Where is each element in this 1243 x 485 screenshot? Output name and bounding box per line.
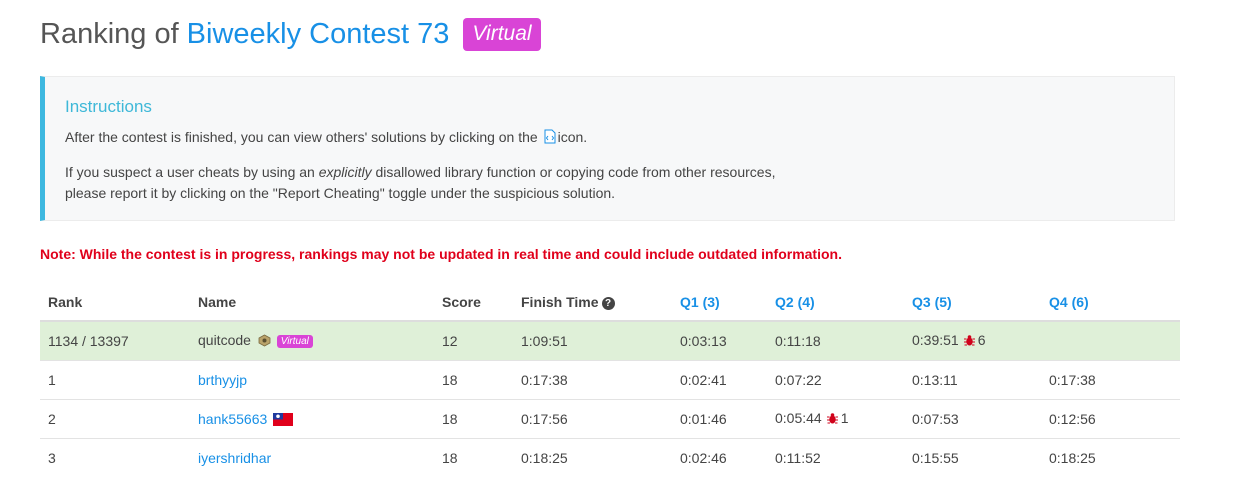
q3-cell: 0:39:51 6 <box>904 320 1041 361</box>
q4-cell: 0:18:25 <box>1041 438 1180 477</box>
code-file-icon <box>544 129 556 147</box>
title-prefix: Ranking of <box>40 18 179 50</box>
taiwan-flag-icon <box>273 413 294 426</box>
header-q4[interactable]: Q4 (6) <box>1041 284 1180 322</box>
q1-cell: 0:03:13 <box>672 320 767 361</box>
q3-time: 0:39:51 <box>912 332 959 348</box>
q2-cell: 0:11:52 <box>767 438 904 477</box>
header-q1[interactable]: Q1 (3) <box>672 284 767 322</box>
instructions-panel: Instructions After the contest is finish… <box>40 76 1175 221</box>
q4-cell <box>1041 320 1180 361</box>
instructions-title: Instructions <box>65 97 152 116</box>
instructions-text: disallowed library function or copying c… <box>375 164 776 180</box>
name-cell: quitcode Virtual <box>190 320 434 361</box>
header-finish-time-label: Finish Time <box>521 294 599 310</box>
score-cell: 18 <box>434 399 513 439</box>
instructions-line-3: please report it by clicking on the "Rep… <box>65 185 616 201</box>
user-link[interactable]: iyershridhar <box>198 450 271 466</box>
header-q2[interactable]: Q2 (4) <box>767 284 904 322</box>
rank-cell: 1 <box>40 360 190 400</box>
header-rank: Rank <box>40 284 190 322</box>
user-avatar-icon <box>258 334 271 350</box>
score-cell: 18 <box>434 360 513 400</box>
instructions-text: After the contest is finished, you can v… <box>65 129 538 145</box>
score-cell: 18 <box>434 438 513 477</box>
penalty-count: 6 <box>977 332 986 348</box>
page-title: Ranking of Biweekly Contest 73 Virtual <box>40 18 541 51</box>
rank-cell: 1134 / 13397 <box>40 320 190 361</box>
user-link[interactable]: hank55663 <box>198 411 267 427</box>
finish-time-cell: 0:18:25 <box>513 438 672 477</box>
progress-note: Note: While the contest is in progress, … <box>40 246 842 262</box>
header-finish-time: Finish Time? <box>513 284 672 322</box>
instructions-emphasis: explicitly <box>318 164 372 180</box>
instructions-line-2: If you suspect a user cheats by using an… <box>65 164 775 180</box>
q2-cell: 0:05:44 1 <box>767 399 904 439</box>
name-cell: iyershridhar <box>190 438 434 477</box>
virtual-badge-small: Virtual <box>276 335 313 348</box>
q2-time: 0:05:44 <box>775 410 822 426</box>
user-link[interactable]: brthyyjp <box>198 372 247 388</box>
ranking-table: Rank Name Score Finish Time? Q1 (3) Q2 (… <box>40 284 1180 477</box>
bug-icon <box>826 412 839 428</box>
header-q3[interactable]: Q3 (5) <box>904 284 1041 322</box>
instructions-text: icon. <box>557 129 588 145</box>
self-row: 1134 / 13397 quitcode Virtual 12 1:09:51… <box>40 320 1180 361</box>
q2-cell: 0:07:22 <box>767 360 904 400</box>
table-row: 2 hank55663 18 0:17:56 0:01:46 0:05:44 1 … <box>40 399 1180 439</box>
q1-cell: 0:01:46 <box>672 399 767 439</box>
q3-cell: 0:15:55 <box>904 438 1041 477</box>
q3-cell: 0:13:11 <box>904 360 1041 400</box>
table-row: 1 brthyyjp 18 0:17:38 0:02:41 0:07:22 0:… <box>40 360 1180 400</box>
rank-cell: 3 <box>40 438 190 477</box>
header-score: Score <box>434 284 513 322</box>
table-header: Rank Name Score Finish Time? Q1 (3) Q2 (… <box>40 284 1180 322</box>
name-cell: hank55663 <box>190 399 434 439</box>
contest-name-link[interactable]: Biweekly Contest 73 <box>187 18 450 51</box>
table-row: 3 iyershridhar 18 0:18:25 0:02:46 0:11:5… <box>40 438 1180 477</box>
name-cell: brthyyjp <box>190 360 434 400</box>
help-icon[interactable]: ? <box>601 297 615 310</box>
instructions-line-1: After the contest is finished, you can v… <box>65 129 587 147</box>
q1-cell: 0:02:41 <box>672 360 767 400</box>
rank-cell: 2 <box>40 399 190 439</box>
penalty-count: 1 <box>840 410 849 426</box>
instructions-text: If you suspect a user cheats by using an <box>65 164 315 180</box>
q4-cell: 0:17:38 <box>1041 360 1180 400</box>
q1-cell: 0:02:46 <box>672 438 767 477</box>
finish-time-cell: 1:09:51 <box>513 320 672 361</box>
q4-cell: 0:12:56 <box>1041 399 1180 439</box>
q2-cell: 0:11:18 <box>767 320 904 361</box>
q3-cell: 0:07:53 <box>904 399 1041 439</box>
score-cell: 12 <box>434 320 513 361</box>
user-name: quitcode <box>198 332 251 348</box>
header-name: Name <box>190 284 434 322</box>
finish-time-cell: 0:17:56 <box>513 399 672 439</box>
bug-icon <box>963 334 976 350</box>
finish-time-cell: 0:17:38 <box>513 360 672 400</box>
virtual-badge: Virtual <box>463 18 541 51</box>
